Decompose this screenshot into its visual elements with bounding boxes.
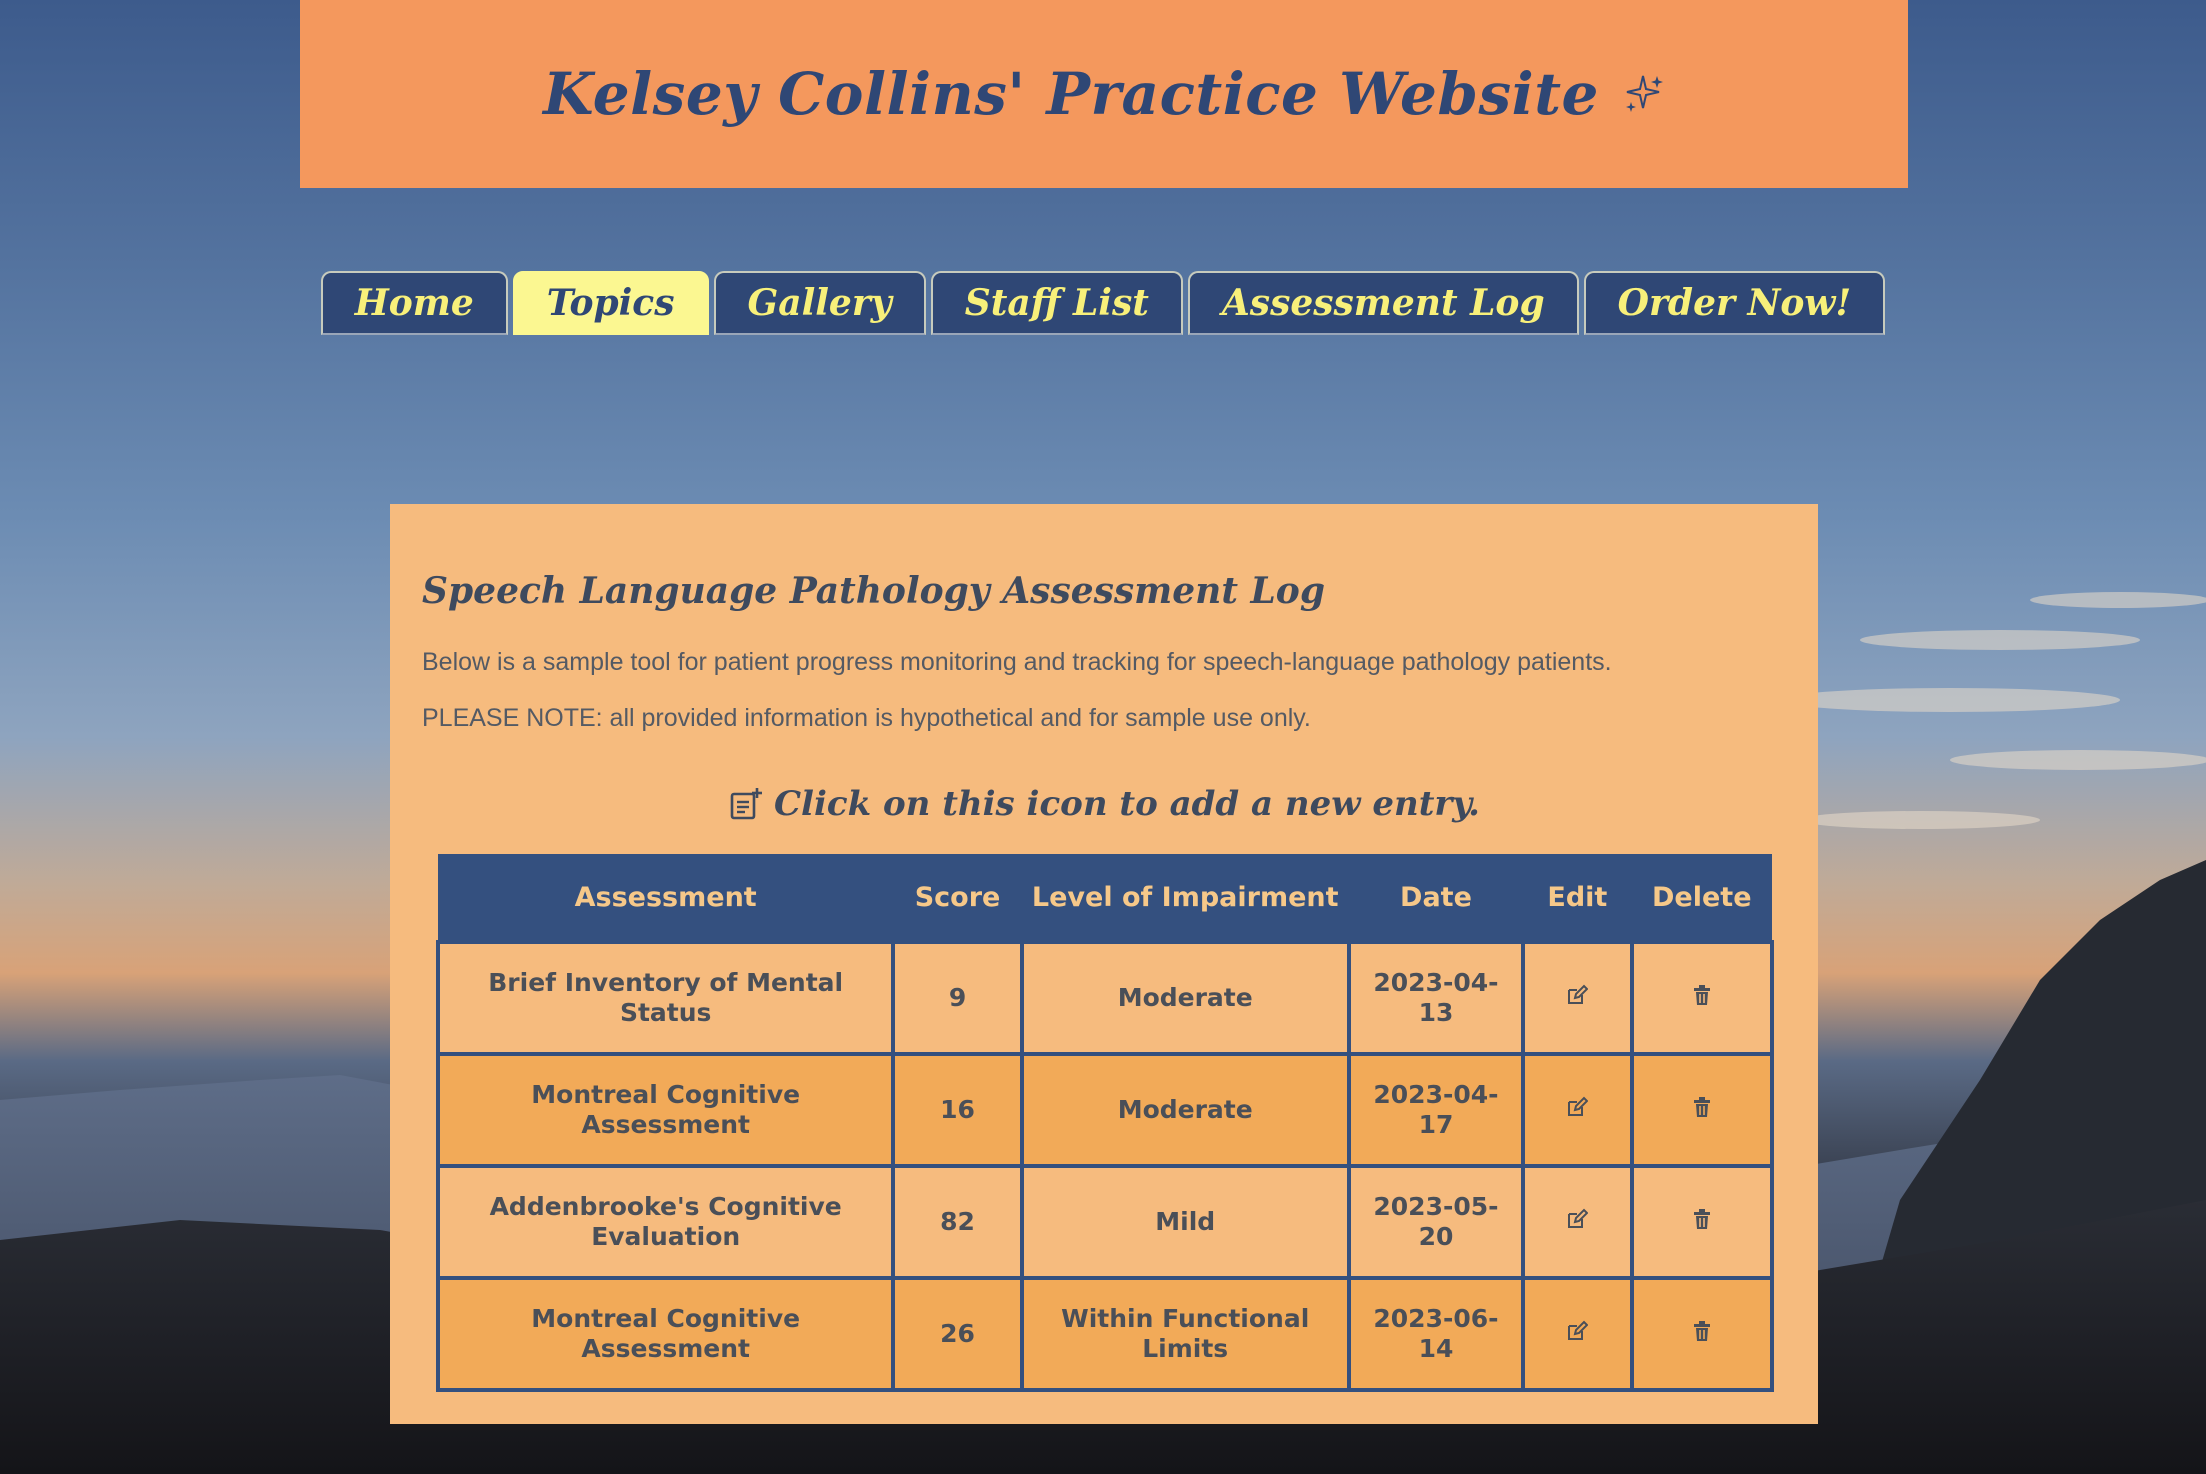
edit-icon[interactable] xyxy=(1566,1208,1589,1230)
main-nav: Home Topics Gallery Staff List Assessmen… xyxy=(0,271,2206,335)
tab-gallery[interactable]: Gallery xyxy=(713,271,926,335)
cell-delete xyxy=(1629,1164,1775,1280)
sparkle-icon xyxy=(1625,75,1663,112)
cell-level: Mild xyxy=(1019,1164,1351,1280)
add-entry-text: Click on this icon to add a new entry. xyxy=(773,784,1480,824)
table-header-row: Assessment Score Level of Impairment Dat… xyxy=(438,854,1772,942)
cell-assessment: Montreal Cognitive Assessment xyxy=(435,1052,896,1168)
cell-edit xyxy=(1521,1276,1634,1392)
cell-date: 2023-04-13 xyxy=(1346,940,1526,1056)
col-header-assessment: Assessment xyxy=(438,854,894,942)
col-header-score: Score xyxy=(893,854,1022,942)
assessment-table: Assessment Score Level of Impairment Dat… xyxy=(435,854,1775,1392)
table-row: Addenbrooke's Cognitive Evaluation 82 Mi… xyxy=(435,1164,1775,1280)
cell-assessment: Montreal Cognitive Assessment xyxy=(435,1276,896,1392)
page-title: Speech Language Pathology Assessment Log xyxy=(422,570,1325,612)
tab-assessment-log[interactable]: Assessment Log xyxy=(1187,271,1579,335)
cell-date: 2023-04-17 xyxy=(1346,1052,1526,1168)
col-header-edit: Edit xyxy=(1523,854,1632,942)
cell-delete xyxy=(1629,1276,1775,1392)
site-title: Kelsey Collins' Practice Website xyxy=(543,60,1599,128)
table-row: Brief Inventory of Mental Status 9 Moder… xyxy=(435,940,1775,1056)
edit-icon[interactable] xyxy=(1566,1320,1589,1342)
intro-text: Below is a sample tool for patient progr… xyxy=(422,648,1612,676)
trash-icon[interactable] xyxy=(1691,1320,1713,1342)
table-row: Montreal Cognitive Assessment 16 Moderat… xyxy=(435,1052,1775,1168)
cell-delete xyxy=(1629,1052,1775,1168)
table-row: Montreal Cognitive Assessment 26 Within … xyxy=(435,1276,1775,1392)
edit-icon[interactable] xyxy=(1566,984,1589,1006)
trash-icon[interactable] xyxy=(1691,984,1713,1006)
edit-icon[interactable] xyxy=(1566,1096,1589,1118)
disclaimer-text: PLEASE NOTE: all provided information is… xyxy=(422,704,1311,732)
cell-edit xyxy=(1521,940,1634,1056)
site-header: Kelsey Collins' Practice Website xyxy=(300,0,1908,188)
tab-staff-list[interactable]: Staff List xyxy=(930,271,1183,335)
tab-order-now[interactable]: Order Now! xyxy=(1583,271,1886,335)
add-entry-row: Click on this icon to add a new entry. xyxy=(390,784,1818,824)
cell-level: Within Functional Limits xyxy=(1019,1276,1351,1392)
cell-score: 26 xyxy=(891,1276,1024,1392)
cell-edit xyxy=(1521,1052,1634,1168)
trash-icon[interactable] xyxy=(1691,1208,1713,1230)
cell-date: 2023-05-20 xyxy=(1346,1164,1526,1280)
col-header-delete: Delete xyxy=(1631,854,1772,942)
col-header-date: Date xyxy=(1348,854,1524,942)
add-note-icon[interactable] xyxy=(728,786,764,822)
assessment-log-panel: Speech Language Pathology Assessment Log… xyxy=(390,504,1818,1424)
cell-edit xyxy=(1521,1164,1634,1280)
tab-home[interactable]: Home xyxy=(320,271,508,335)
cell-level: Moderate xyxy=(1019,1052,1351,1168)
cell-delete xyxy=(1629,940,1775,1056)
cell-score: 16 xyxy=(891,1052,1024,1168)
cell-score: 9 xyxy=(891,940,1024,1056)
cell-date: 2023-06-14 xyxy=(1346,1276,1526,1392)
cell-assessment: Addenbrooke's Cognitive Evaluation xyxy=(435,1164,896,1280)
cell-score: 82 xyxy=(891,1164,1024,1280)
col-header-level: Level of Impairment xyxy=(1021,854,1349,942)
cell-assessment: Brief Inventory of Mental Status xyxy=(435,940,896,1056)
cell-level: Moderate xyxy=(1019,940,1351,1056)
trash-icon[interactable] xyxy=(1691,1096,1713,1118)
tab-topics[interactable]: Topics xyxy=(512,271,709,335)
